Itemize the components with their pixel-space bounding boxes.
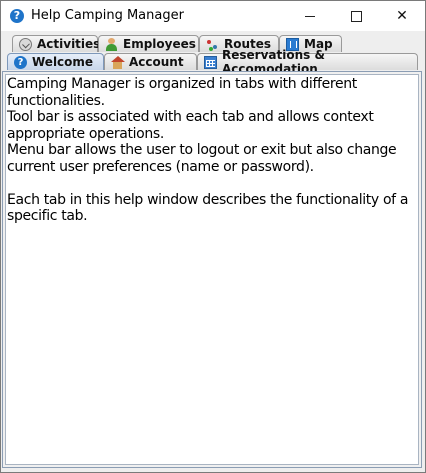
tab-label: Account xyxy=(129,55,184,69)
tab-account[interactable]: Account xyxy=(104,53,197,70)
routes-icon xyxy=(206,38,219,51)
tab-welcome[interactable]: ? Welcome xyxy=(7,53,104,70)
help-text-area[interactable]: Camping Manager is organized in tabs wit… xyxy=(5,74,419,465)
help-window: ? Help Camping Manager ✕ Activities Empl… xyxy=(0,0,426,473)
close-icon: ✕ xyxy=(396,8,408,24)
client-area: Activities Employees Routes Map ? Welcom… xyxy=(1,31,425,472)
checkmark-circle-icon xyxy=(19,37,32,51)
help-icon: ? xyxy=(10,9,24,23)
maximize-button[interactable] xyxy=(333,1,379,31)
tab-label: Activities xyxy=(37,37,101,51)
minimize-button[interactable] xyxy=(287,1,333,31)
tab-reservations-accomodation[interactable]: Reservations & Accomodation xyxy=(197,48,418,76)
help-icon: ? xyxy=(14,55,27,69)
maximize-icon xyxy=(350,10,362,22)
tab-employees[interactable]: Employees xyxy=(98,35,199,52)
window-title: Help Camping Manager xyxy=(31,8,184,23)
tab-content-panel: Camping Manager is organized in tabs wit… xyxy=(2,71,422,468)
close-button[interactable]: ✕ xyxy=(379,1,425,31)
tab-activities[interactable]: Activities xyxy=(12,35,101,52)
tab-label: Employees xyxy=(123,37,196,51)
calendar-icon xyxy=(204,55,217,69)
title-bar[interactable]: ? Help Camping Manager ✕ xyxy=(1,1,425,31)
house-icon xyxy=(111,55,125,69)
minimize-icon xyxy=(305,15,315,17)
tab-label: Welcome xyxy=(32,55,94,69)
person-icon xyxy=(105,37,118,51)
